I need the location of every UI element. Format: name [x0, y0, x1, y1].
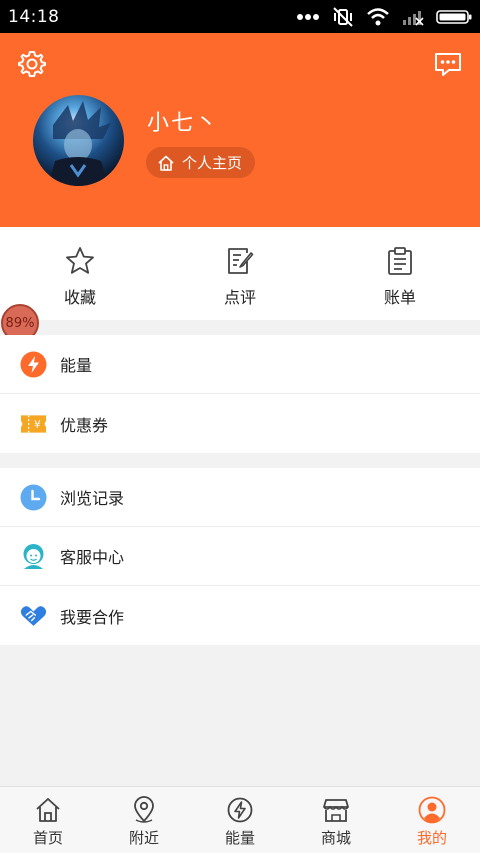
avatar[interactable]	[33, 95, 124, 186]
status-bar: 14:18	[0, 0, 480, 33]
message-icon[interactable]	[433, 49, 463, 79]
homepage-label: 个人主页	[182, 154, 243, 172]
menu-item-browse-history[interactable]: 浏览记录	[0, 468, 480, 527]
homepage-button[interactable]: 个人主页	[146, 147, 256, 178]
menu-item-cooperation[interactable]: 我要合作	[0, 586, 480, 645]
review-edit-icon	[228, 248, 254, 274]
nav-tab-label: 能量	[224, 829, 255, 847]
wifi-icon	[367, 7, 389, 25]
bills-label: 账单	[383, 288, 416, 307]
location-pin-icon	[134, 796, 154, 823]
battery-icon	[436, 9, 472, 24]
nav-tab-label: 附近	[128, 829, 159, 847]
nav-tab-energy[interactable]: 能量	[192, 787, 288, 853]
menu-group-1: 能量 ¥ 优惠券	[0, 335, 480, 453]
nav-tab-label: 我的	[416, 829, 447, 847]
menu-item-label: 优惠券	[60, 415, 109, 435]
nav-tab-label: 商城	[320, 829, 351, 847]
reviews-button[interactable]: 点评	[160, 227, 320, 320]
menu-item-label: 能量	[60, 356, 93, 375]
favorites-label: 收藏	[63, 288, 96, 307]
profile-header: 小七丶 个人主页	[0, 33, 480, 227]
nav-tab-home[interactable]: 首页	[0, 787, 96, 853]
menu-item-label: 浏览记录	[60, 489, 125, 508]
star-icon	[66, 247, 94, 274]
vibrate-mute-icon	[333, 6, 353, 27]
signal-icon	[403, 10, 424, 26]
bottom-nav: 首页 附近 能量 商城 我的	[0, 786, 480, 853]
menu-group-2: 浏览记录 客服中心 我要合作	[0, 468, 480, 645]
menu-item-label: 我要合作	[60, 607, 125, 627]
nav-tab-nearby[interactable]: 附近	[96, 787, 192, 853]
status-icons	[296, 6, 472, 27]
energy-bolt-icon	[20, 351, 47, 378]
menu-item-label: 客服中心	[60, 548, 125, 567]
menu-item-coupon[interactable]: ¥ 优惠券	[0, 394, 480, 453]
username: 小七丶	[147, 111, 220, 136]
nav-tab-store[interactable]: 商城	[288, 787, 384, 853]
home-icon	[36, 798, 60, 822]
menu-item-energy[interactable]: 能量	[0, 335, 480, 394]
coupon-icon: ¥	[20, 410, 47, 437]
store-icon	[323, 799, 349, 822]
energy-icon	[227, 797, 253, 823]
svg-text:¥: ¥	[34, 418, 41, 430]
status-time: 14:18	[8, 6, 60, 27]
bills-button[interactable]: 账单	[320, 227, 480, 320]
notification-dots-icon	[297, 13, 319, 20]
reviews-label: 点评	[223, 288, 256, 307]
customer-service-icon	[20, 543, 47, 570]
nav-tab-label: 首页	[32, 829, 63, 847]
clipboard-bill-icon	[388, 247, 412, 275]
avatar-image	[48, 101, 111, 186]
home-outline-icon	[158, 155, 174, 171]
nav-tab-mine[interactable]: 我的	[384, 787, 480, 853]
settings-gear-icon[interactable]	[17, 49, 47, 79]
handshake-icon	[20, 602, 47, 629]
menu-item-customer-service[interactable]: 客服中心	[0, 527, 480, 586]
user-icon	[418, 796, 446, 824]
quick-actions: 收藏 点评 账单	[0, 227, 480, 320]
history-clock-icon	[20, 484, 47, 511]
